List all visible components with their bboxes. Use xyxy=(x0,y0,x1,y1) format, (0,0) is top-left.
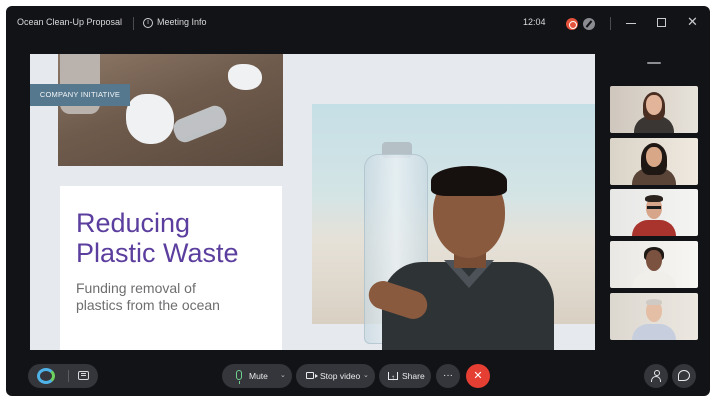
end-call-button[interactable]: ✕ xyxy=(466,364,490,388)
slide-card: Reducing Plastic Waste Funding removal o… xyxy=(60,186,282,350)
share-icon xyxy=(388,366,398,390)
messages-button[interactable] xyxy=(672,364,696,388)
stop-video-button[interactable]: Stop video ⌄ xyxy=(296,364,375,388)
share-label: Share xyxy=(402,371,425,381)
slide-subtitle: Funding removal of plastics from the oce… xyxy=(76,280,282,314)
title-separator xyxy=(133,17,134,30)
participant-video-1[interactable] xyxy=(610,86,698,133)
participant-video-5[interactable] xyxy=(610,293,698,340)
messages-icon xyxy=(678,370,690,381)
mute-button[interactable]: Mute ⌄ xyxy=(222,364,292,388)
participant-video-4[interactable] xyxy=(610,241,698,288)
cleanup-photo xyxy=(58,54,283,166)
participant-head xyxy=(646,95,662,115)
minimize-icon[interactable] xyxy=(626,23,636,24)
participant-video-3[interactable] xyxy=(610,189,698,236)
annotate-icon[interactable] xyxy=(583,18,595,30)
participant-hair xyxy=(645,195,663,202)
participant-video-2[interactable] xyxy=(610,138,698,185)
meeting-info-link[interactable]: Meeting Info xyxy=(157,17,207,27)
chevron-down-icon[interactable]: ⌄ xyxy=(280,364,286,388)
close-icon[interactable]: ✕ xyxy=(687,14,698,30)
participants-icon xyxy=(651,370,661,382)
title-bar: Ocean Clean-Up Proposal i Meeting Info 1… xyxy=(6,6,710,42)
more-options-button[interactable]: ··· xyxy=(436,364,460,388)
info-icon[interactable]: i xyxy=(143,18,153,28)
chevron-down-icon[interactable]: ⌄ xyxy=(363,364,369,388)
mute-label: Mute xyxy=(249,371,268,381)
participant-head xyxy=(646,147,662,167)
clock: 12:04 xyxy=(523,17,546,27)
app-switcher[interactable] xyxy=(28,364,98,388)
slide-subtitle-line: Funding removal of xyxy=(76,280,196,296)
participant-filmstrip[interactable] xyxy=(610,62,698,342)
chat-icon[interactable] xyxy=(78,371,89,380)
participants-button[interactable] xyxy=(644,364,668,388)
slide-title-line: Reducing xyxy=(76,208,191,238)
participant-glasses xyxy=(647,206,661,209)
window-controls-divider xyxy=(610,17,611,30)
participant-body xyxy=(632,324,676,340)
photo-glove xyxy=(228,64,262,90)
participant-body xyxy=(632,220,676,236)
mic-icon xyxy=(236,370,242,384)
shared-content-stage: COMPANY INITIATIVE Reducing Plastic Wast… xyxy=(30,54,595,350)
end-call-icon: ✕ xyxy=(473,370,483,382)
more-icon: ··· xyxy=(443,370,453,381)
camera-icon xyxy=(306,372,318,379)
meeting-window: Ocean Clean-Up Proposal i Meeting Info 1… xyxy=(6,6,710,396)
participant-head xyxy=(646,250,662,271)
app-divider xyxy=(68,370,69,382)
presenter-hair xyxy=(431,166,507,196)
photo-glove xyxy=(126,94,174,144)
stop-video-label: Stop video xyxy=(320,371,361,381)
maximize-icon[interactable] xyxy=(657,18,666,27)
filmstrip-grip[interactable] xyxy=(647,62,661,64)
participant-hair xyxy=(646,299,662,305)
photo-bottle xyxy=(170,102,230,146)
record-icon[interactable] xyxy=(566,18,578,30)
slide-title-line: Plastic Waste xyxy=(76,238,239,268)
meeting-title: Ocean Clean-Up Proposal xyxy=(17,17,123,27)
slide-title: Reducing Plastic Waste xyxy=(76,208,282,268)
participant-body xyxy=(632,272,676,288)
call-controls-bar: Mute ⌄ Stop video ⌄ Share ··· ✕ xyxy=(6,356,710,396)
share-button[interactable]: Share xyxy=(379,364,431,390)
slide-subtitle-line: plastics from the ocean xyxy=(76,297,220,313)
app-logo-icon[interactable] xyxy=(37,368,55,384)
presenter-video xyxy=(358,166,578,350)
company-initiative-badge: COMPANY INITIATIVE xyxy=(30,84,130,106)
